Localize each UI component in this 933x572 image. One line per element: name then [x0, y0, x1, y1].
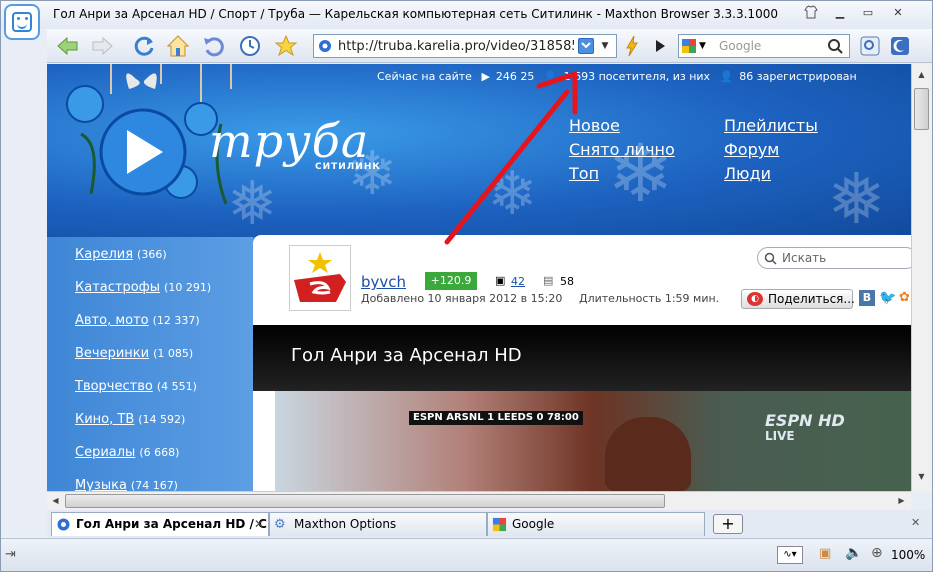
google-engine-icon[interactable] — [681, 38, 697, 54]
magnifier-icon — [860, 36, 880, 56]
address-bar[interactable]: http://truba.karelia.pro/video/318585/ ▼ — [313, 34, 617, 58]
red-annotation-arrow — [444, 71, 578, 245]
horizontal-scroll-thumb[interactable] — [65, 494, 665, 508]
scroll-up-arrow[interactable]: ▲ — [913, 66, 930, 83]
scroll-down-arrow[interactable]: ▼ — [913, 468, 930, 485]
back-button[interactable] — [55, 33, 81, 59]
web-page: ❄ ❄ ❄ ❅ ❅ Сейчас на сайте ▶ 246 25 👤 1 693… — [47, 64, 911, 491]
undo-close-button[interactable] — [201, 33, 227, 59]
search-icon — [828, 39, 843, 54]
home-icon — [166, 35, 190, 57]
search-bar[interactable]: ▼ Google — [678, 34, 850, 58]
refresh-icon — [134, 36, 154, 56]
title-bar: Гол Анри за Арсенал HD / Спорт / Труба —… — [1, 1, 932, 40]
tab-label: Maxthon Options — [294, 517, 397, 531]
site-favicon-icon — [57, 518, 70, 531]
tab-label: Google — [512, 517, 555, 531]
address-dropdown-button[interactable]: ▼ — [598, 38, 612, 54]
browser-window: Гол Анри за Арсенал HD / Спорт / Труба —… — [0, 0, 933, 572]
activity-monitor-icon[interactable]: ∿▾ — [777, 546, 803, 564]
google-favicon-icon — [492, 517, 507, 532]
tab-google[interactable]: Google — [487, 512, 705, 536]
site-favicon-icon — [319, 40, 331, 52]
history-icon — [240, 36, 260, 56]
play-icon — [656, 40, 665, 52]
lightning-button[interactable] — [619, 33, 645, 59]
refresh-button[interactable] — [131, 33, 157, 59]
url-text[interactable]: http://truba.karelia.pro/video/318585/ — [338, 39, 574, 54]
skin-icon[interactable] — [798, 4, 824, 22]
zoom-icon[interactable]: ⊕ — [871, 545, 883, 561]
gear-icon: ⚙ — [274, 517, 286, 532]
maxthon-logo-icon[interactable] — [4, 4, 40, 40]
undo-icon — [204, 37, 224, 57]
forward-button[interactable] — [89, 33, 115, 59]
maximize-button[interactable]: ▭ — [855, 4, 881, 22]
tab-bar: Гол Анри за Арсенал HD / С... ✕ ⚙ Maxtho… — [47, 510, 932, 538]
search-engine-dropdown[interactable]: ▼ — [699, 38, 706, 54]
tab-label: Гол Анри за Арсенал HD / С... — [76, 517, 269, 531]
zoom-level[interactable]: 100% — [891, 548, 925, 562]
rss-feed-button[interactable] — [578, 38, 594, 54]
back-icon — [57, 36, 78, 56]
close-tab-icon[interactable]: ✕ — [254, 513, 264, 535]
search-input[interactable]: Google — [719, 39, 761, 53]
chevron-down-icon — [581, 42, 591, 49]
go-button[interactable] — [647, 33, 673, 59]
minimize-button[interactable]: ▁ — [827, 4, 853, 22]
horizontal-scrollbar[interactable]: ◀ ▶ — [47, 491, 911, 510]
lightning-icon — [626, 35, 638, 57]
home-button[interactable] — [165, 33, 191, 59]
sidebar-toggle-icon[interactable]: ⇥ — [5, 547, 16, 562]
vertical-scroll-thumb[interactable] — [914, 88, 929, 130]
speaker-icon[interactable]: 🔈 — [845, 545, 862, 561]
screenshot-button[interactable] — [857, 33, 883, 59]
history-button[interactable] — [237, 33, 263, 59]
new-tab-button[interactable]: + — [713, 514, 743, 534]
skin-button[interactable] — [887, 33, 913, 59]
favorites-button[interactable] — [273, 33, 299, 59]
vertical-scrollbar[interactable]: ▲ ▼ — [911, 64, 932, 491]
forward-icon — [92, 36, 113, 56]
scroll-right-arrow[interactable]: ▶ — [893, 492, 910, 509]
tab-maxthon-options[interactable]: ⚙ Maxthon Options — [269, 512, 487, 536]
tab-video[interactable]: Гол Анри за Арсенал HD / С... ✕ — [51, 512, 269, 536]
window-title: Гол Анри за Арсенал HD / Спорт / Труба —… — [53, 7, 778, 21]
close-window-button[interactable]: ✕ — [885, 4, 911, 22]
favorites-icon — [274, 34, 298, 57]
search-button[interactable] — [825, 37, 847, 55]
status-bar: ⇥ ∿▾ ▣ 🔈 ⊕ 100% — [1, 538, 932, 571]
scroll-left-arrow[interactable]: ◀ — [47, 492, 64, 509]
close-tab-button[interactable]: ✕ — [911, 516, 920, 529]
download-manager-icon[interactable]: ▣ — [819, 546, 831, 561]
moon-icon — [891, 37, 909, 55]
navigation-toolbar: http://truba.karelia.pro/video/318585/ ▼… — [47, 29, 932, 63]
